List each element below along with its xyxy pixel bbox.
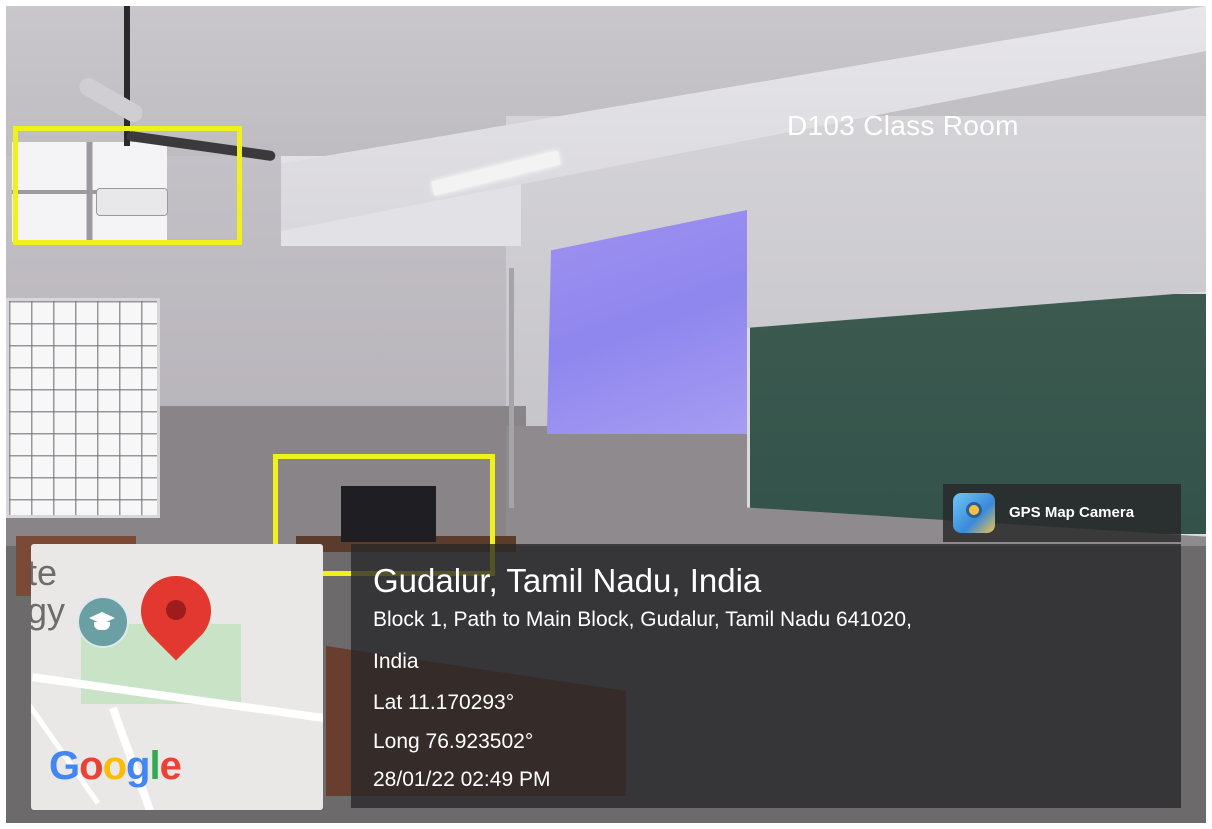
gps-app-name: GPS Map Camera (1009, 504, 1135, 521)
gps-map-camera-icon (953, 493, 995, 533)
address-line-1: Block 1, Path to Main Block, Gudalur, Ta… (373, 608, 912, 631)
address-line-2: India (373, 650, 419, 673)
location-info-panel: Gudalur, Tamil Nadu, India Block 1, Path… (351, 544, 1181, 808)
gps-map-camera-badge: GPS Map Camera (943, 484, 1181, 542)
projector-highlight-box (13, 126, 242, 245)
map-thumbnail: te gy Google (31, 544, 323, 810)
location-title: Gudalur, Tamil Nadu, India (373, 562, 762, 599)
latitude: Lat 11.170293° (373, 691, 515, 714)
screenshot-frame: D103 Class Room GPS Map Camera te gy Goo… (0, 0, 1212, 829)
left-window-grill (6, 298, 160, 518)
ceiling-fan-rod (124, 6, 130, 146)
google-logo: Google (49, 744, 182, 788)
map-pin-center (166, 600, 186, 620)
longitude: Long 76.923502° (373, 730, 534, 753)
map-label-fragment: te gy (31, 552, 66, 631)
room-label: D103 Class Room (787, 110, 1019, 141)
timestamp: 28/01/22 02:49 PM (373, 768, 551, 791)
education-icon (77, 596, 129, 648)
conduit-pipe (509, 268, 514, 508)
